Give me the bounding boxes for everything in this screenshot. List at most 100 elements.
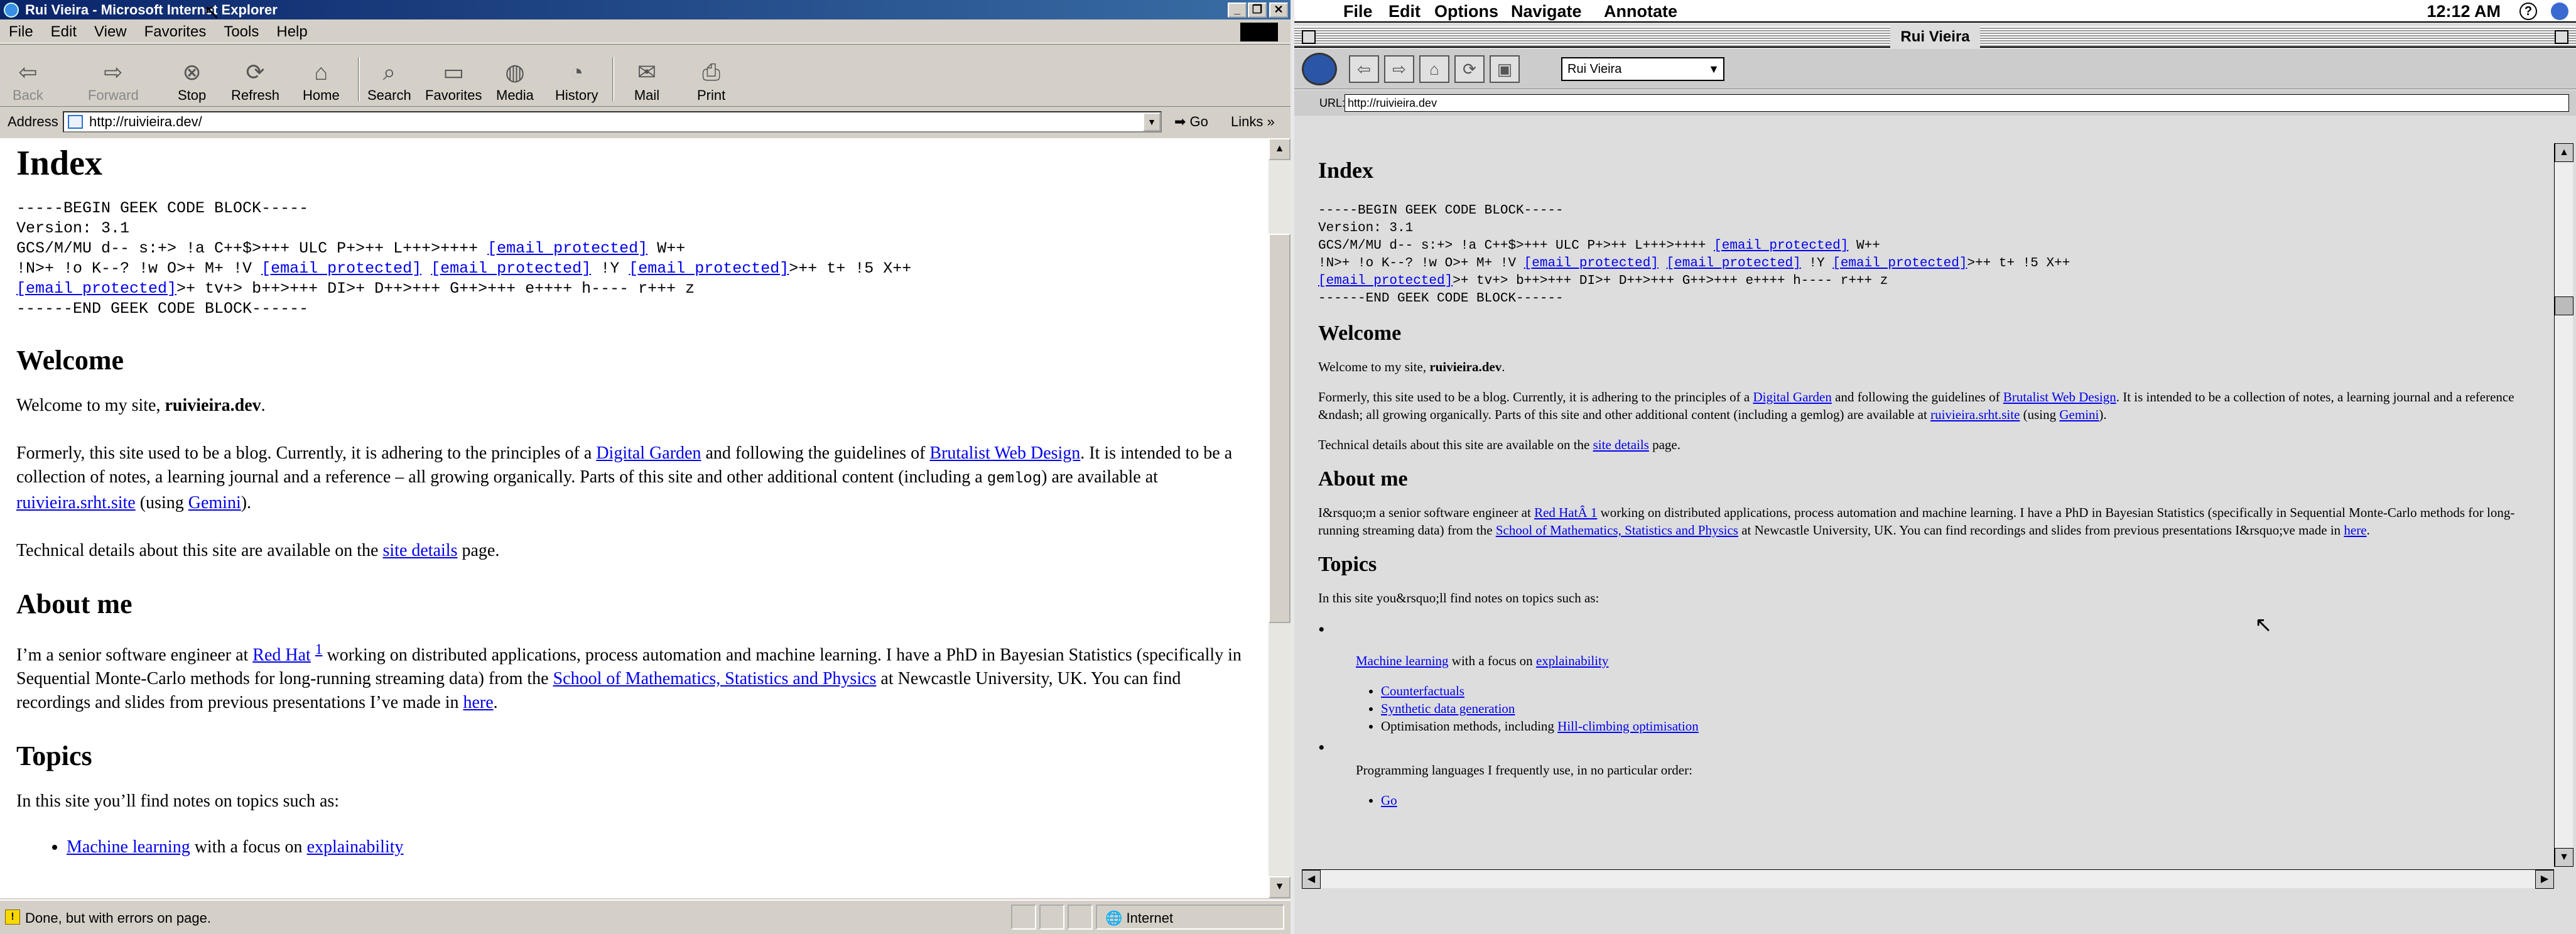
redhat-link[interactable]: Red Hat	[252, 645, 311, 665]
menu-tools[interactable]: Tools	[215, 21, 268, 43]
mac-menu-edit[interactable]: Edit	[1388, 0, 1421, 23]
url-input[interactable]: http://ruivieira.dev	[1345, 94, 2569, 112]
mail-button[interactable]: ✉ Mail	[633, 60, 661, 104]
scroll-up-icon[interactable]: ▲	[1269, 138, 1291, 160]
email-link[interactable]: [email protected]	[431, 259, 591, 278]
site-details-link[interactable]: site details	[1593, 437, 1649, 452]
school-link[interactable]: School of Mathematics, Statistics and Ph…	[1496, 523, 1738, 538]
email-link[interactable]: [email protected]	[261, 259, 421, 278]
footnote-link[interactable]: 1	[1591, 505, 1598, 520]
mac-horizontal-scrollbar[interactable]: ◀ ▶	[1302, 869, 2554, 889]
back-arrow-icon: ⇦	[1357, 60, 1371, 79]
menu-help[interactable]: Help	[268, 21, 316, 43]
media-icon: ◍	[505, 59, 525, 85]
email-link[interactable]: [email protected]	[1832, 256, 1967, 271]
scroll-down-icon[interactable]: ▼	[2555, 848, 2573, 867]
warning-icon[interactable]: !	[5, 910, 20, 925]
email-link[interactable]: [email protected]	[1318, 274, 1453, 288]
mac-save-button[interactable]: ▣	[1490, 55, 1520, 83]
stop-button[interactable]: ⊗ Stop	[178, 60, 206, 104]
menu-favorites[interactable]: Favorites	[136, 21, 215, 43]
email-link[interactable]: [email protected]	[1524, 256, 1659, 271]
help-icon[interactable]: ?	[2519, 3, 2537, 20]
home-button[interactable]: ⌂ Home	[303, 60, 340, 104]
favorites-button[interactable]: ▭ Favorites	[425, 60, 482, 104]
ie-vertical-scrollbar[interactable]: ▲ ▼	[1269, 138, 1291, 898]
digital-garden-link[interactable]: Digital Garden	[1753, 389, 1831, 405]
mac-menu-annotate[interactable]: Annotate	[1604, 0, 1677, 23]
print-button[interactable]: ⎙ Print	[697, 60, 725, 104]
zoom-box-icon[interactable]	[2555, 30, 2568, 44]
srht-link[interactable]: ruivieira.srht.site	[16, 493, 136, 513]
counterfactuals-link[interactable]: Counterfactuals	[1381, 683, 1464, 698]
menu-edit[interactable]: Edit	[42, 21, 85, 43]
about-paragraph: I&rsquo;m a senior software engineer at …	[1318, 505, 2515, 538]
ml-sublist: Counterfactuals Synthetic data generatio…	[1381, 682, 2536, 735]
mosaic-globe-icon[interactable]	[1302, 53, 1337, 85]
email-link[interactable]: [email protected]	[1667, 256, 1801, 271]
email-link[interactable]: [email protected]	[1714, 239, 1848, 253]
explainability-link[interactable]: explainability	[1536, 653, 1608, 668]
mac-menu-options[interactable]: Options	[1434, 0, 1498, 23]
explainability-link[interactable]: explainability	[307, 837, 404, 857]
tech-paragraph: Technical details about this site are av…	[16, 541, 500, 560]
heading-topics: Topics	[16, 741, 92, 772]
stop-icon: ⊗	[182, 59, 202, 85]
refresh-button[interactable]: ⟳ Refresh	[231, 60, 279, 104]
srht-link[interactable]: ruivieira.srht.site	[1930, 407, 2020, 422]
brutalist-link[interactable]: Brutalist Web Design	[929, 443, 1080, 463]
site-details-link[interactable]: site details	[383, 541, 458, 560]
history-select[interactable]: Rui Vieira ▼	[1561, 57, 1724, 81]
mac-window-title: Rui Vieira	[1890, 26, 1980, 48]
menu-file[interactable]: File	[0, 21, 42, 43]
email-link[interactable]: [email protected]	[629, 259, 789, 278]
digital-garden-link[interactable]: Digital Garden	[596, 443, 701, 463]
heading-welcome: Welcome	[1318, 322, 1402, 345]
email-link[interactable]: [email protected]	[487, 239, 647, 258]
scroll-thumb[interactable]	[1269, 234, 1291, 623]
mac-forward-button[interactable]: ⇨	[1384, 55, 1414, 83]
scroll-up-icon[interactable]: ▲	[2555, 143, 2573, 162]
ml-link[interactable]: Machine learning	[1356, 653, 1449, 668]
links-button[interactable]: Links »	[1231, 108, 1275, 136]
gemini-link[interactable]: Gemini	[2059, 407, 2099, 422]
back-button[interactable]: ⇦ Back	[13, 60, 43, 104]
scroll-thumb[interactable]	[2555, 296, 2573, 315]
forward-button[interactable]: ⇨ Forward	[88, 60, 139, 104]
mac-menu-file[interactable]: File	[1343, 0, 1373, 23]
brutalist-link[interactable]: Brutalist Web Design	[2003, 389, 2116, 405]
scroll-down-icon[interactable]: ▼	[1269, 876, 1291, 898]
minimize-icon[interactable]: _	[1228, 3, 1247, 18]
media-button[interactable]: ◍ Media	[496, 60, 534, 104]
history-button[interactable]: ◔ History	[555, 60, 598, 104]
toolbar-separator	[358, 57, 360, 101]
mac-menu-navigate[interactable]: Navigate	[1511, 0, 1582, 23]
ml-link[interactable]: Machine learning	[67, 837, 190, 857]
go-button[interactable]: ➡ Go	[1174, 108, 1208, 136]
menu-view[interactable]: View	[85, 21, 136, 43]
gemini-link[interactable]: Gemini	[188, 493, 241, 513]
mac-back-button[interactable]: ⇦	[1349, 55, 1379, 83]
mac-home-button[interactable]: ⌂	[1419, 55, 1449, 83]
go-link[interactable]: Go	[1381, 793, 1397, 808]
scroll-right-icon[interactable]: ▶	[2535, 870, 2554, 889]
here-link[interactable]: here	[2344, 523, 2366, 538]
address-input[interactable]: http://ruivieira.dev/ ▼	[63, 111, 1162, 133]
close-box-icon[interactable]	[1302, 30, 1316, 44]
close-icon[interactable]: ✕	[1269, 3, 1288, 18]
synthetic-data-link[interactable]: Synthetic data generation	[1381, 701, 1515, 716]
hill-climbing-link[interactable]: Hill-climbing optimisation	[1557, 719, 1699, 734]
heading-welcome: Welcome	[16, 345, 124, 376]
mac-reload-button[interactable]: ⟳	[1454, 55, 1485, 83]
footnote-link[interactable]: 1	[315, 641, 323, 658]
chevron-down-icon[interactable]: ▼	[1143, 112, 1161, 131]
school-link[interactable]: School of Mathematics, Statistics and Ph…	[553, 669, 877, 688]
maximize-icon[interactable]: ❐	[1248, 3, 1267, 18]
scroll-left-icon[interactable]: ◀	[1302, 870, 1321, 889]
app-icon[interactable]	[2551, 3, 2568, 20]
search-button[interactable]: ⌕ Search	[367, 60, 411, 104]
here-link[interactable]: here	[463, 693, 493, 712]
mac-vertical-scrollbar[interactable]: ▲ ▼	[2554, 143, 2573, 867]
email-link[interactable]: [email protected]	[16, 280, 176, 298]
redhat-link[interactable]: Red HatÂ	[1534, 505, 1591, 520]
